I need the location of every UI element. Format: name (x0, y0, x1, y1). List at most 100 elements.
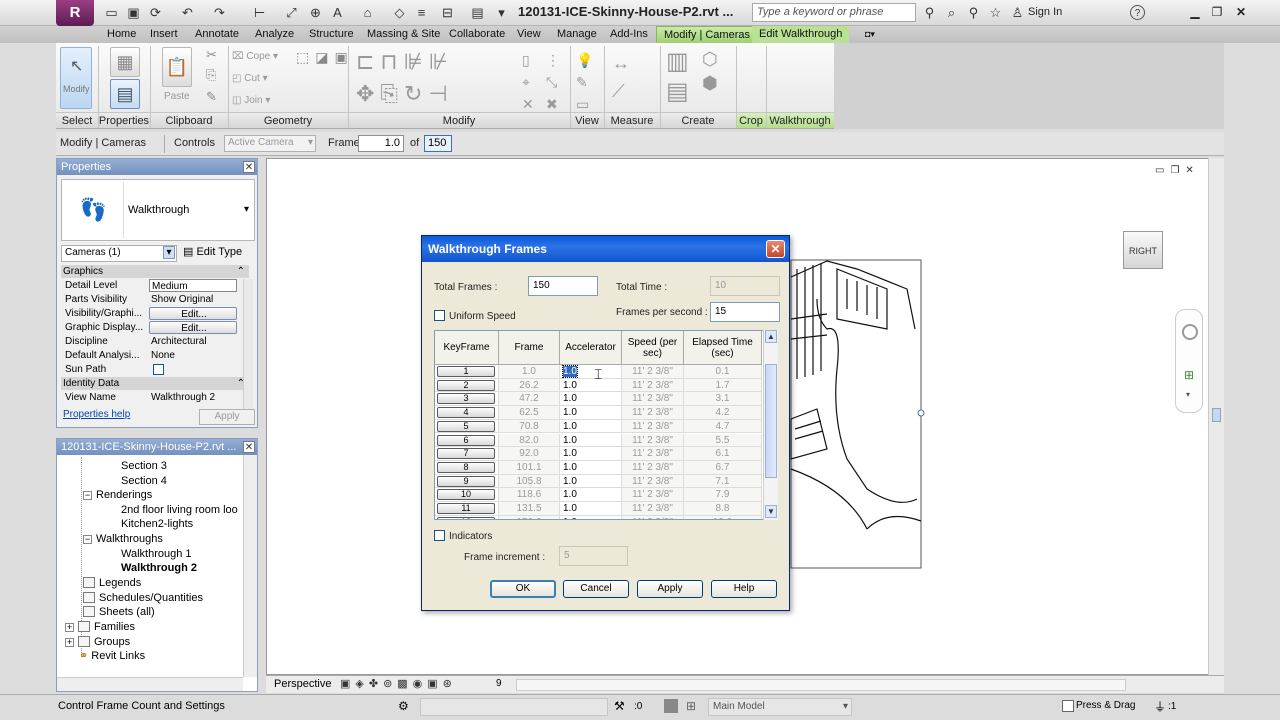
minimize-icon[interactable]: ▁ (1186, 4, 1204, 20)
close-icon[interactable]: ✕ (766, 240, 785, 258)
tab-add-ins[interactable]: Add-Ins (603, 26, 655, 43)
view-window-controls[interactable]: ▭❐✕ (1155, 165, 1200, 176)
drawing-horizontal-scrollbar[interactable] (516, 679, 1126, 691)
keyframe-button[interactable]: 1 (437, 366, 495, 377)
ok-button[interactable]: OK (490, 580, 556, 598)
close-icon[interactable]: ✕ (243, 161, 255, 173)
tree-item[interactable]: 2nd floor living room loo (121, 503, 238, 517)
keyframe-cell[interactable]: 9 (435, 474, 499, 489)
tab-edit-walkthrough[interactable]: Edit Walkthrough (752, 26, 850, 43)
restore-icon[interactable]: ❐ (1208, 4, 1226, 20)
acc-cell[interactable]: 1.0 (560, 419, 622, 434)
communication-icon[interactable]: ⚲ (966, 5, 981, 20)
apply-button[interactable]: Apply (637, 580, 703, 598)
cut-geometry-button[interactable]: ◰ Cut ▾ (232, 71, 268, 87)
keyframe-button[interactable]: 12 (437, 516, 495, 519)
sign-in-link[interactable]: Sign In (1028, 6, 1062, 18)
create-similar-icons[interactable]: ⬡ ⬢ (702, 47, 718, 95)
measure-icons[interactable]: ↔ ⟋ (612, 49, 630, 105)
tab-manage[interactable]: Manage (550, 26, 604, 43)
keyframe-button[interactable]: 9 (437, 475, 495, 487)
keyframe-button[interactable]: 2 (437, 379, 495, 391)
acc-cell[interactable]: 1.0 (560, 433, 622, 448)
keyframe-button[interactable]: 6 (437, 434, 495, 446)
tab-structure[interactable]: Structure (302, 26, 361, 43)
section-graphics[interactable]: Graphics ⌃ (61, 265, 249, 278)
acc-cell[interactable]: 1.0 (560, 515, 622, 519)
exclude-option-icon[interactable]: ⊞ (686, 699, 696, 713)
sync-icon[interactable]: ⟳ (148, 5, 163, 20)
cope-button[interactable]: ⌧ Cope ▾ (232, 49, 278, 65)
cancel-button[interactable]: Cancel (563, 580, 629, 598)
array-scale-unpin-icons[interactable]: ⋮ ⤡ ✖ (546, 49, 560, 115)
collapse-icon[interactable]: − (83, 535, 92, 544)
close-icon[interactable]: ✕ (243, 441, 255, 453)
keyframe-cell[interactable]: 12 (435, 515, 499, 519)
keyframe-cell[interactable]: 5 (435, 419, 499, 434)
tree-item[interactable]: Legends (83, 576, 141, 590)
acc-cell[interactable]: 1.0 (560, 378, 622, 393)
type-selector[interactable]: 👣 Walkthrough ▾ (61, 179, 255, 241)
3d-view-icon[interactable]: ⌂ (360, 5, 375, 20)
help-button[interactable]: Help (711, 580, 777, 598)
acc-cell[interactable]: 1.0 (560, 392, 622, 407)
switch-windows-icon[interactable]: ▤ (470, 5, 485, 20)
ribbon-minimize-icon[interactable]: ◘▾ (858, 26, 882, 43)
controls-select[interactable]: Active Camera ▾ (224, 135, 316, 152)
keyframe-cell[interactable]: 11 (435, 502, 499, 516)
keyframe-button[interactable]: 7 (437, 448, 495, 460)
redo-icon[interactable]: ↷ (212, 5, 227, 20)
keyframe-cell[interactable]: 8 (435, 460, 499, 475)
keyframe-table-scrollbar[interactable]: ▲ ▼ (763, 330, 778, 520)
tree-item[interactable]: ⚭ Revit Links (79, 649, 145, 663)
tree-item[interactable]: + Families (65, 620, 135, 634)
tab-collaborate[interactable]: Collaborate (442, 26, 512, 43)
copy-icon[interactable]: ⎘ (206, 67, 216, 83)
drawing-vertical-scrollbar[interactable] (1208, 158, 1224, 675)
favorites-star-icon[interactable]: ☆ (988, 5, 1003, 20)
cut-scissors-icon[interactable]: ✂ (206, 47, 217, 63)
indicators-checkbox[interactable] (434, 530, 445, 541)
total-frames-button[interactable]: 150 (424, 135, 452, 152)
panel-select[interactable]: Select (56, 112, 98, 128)
walkthrough-view-crop[interactable] (787, 259, 927, 571)
tree-item[interactable]: − Walkthroughs (83, 532, 163, 546)
acc-cell[interactable]: 1.0 (560, 406, 622, 420)
type-properties-icon[interactable]: ▦ (110, 47, 140, 77)
sun-path-checkbox[interactable] (153, 364, 164, 375)
keyframe-cell[interactable]: 2 (435, 378, 499, 393)
keyframe-cell[interactable]: 1 (435, 365, 499, 379)
steering-wheel-icon[interactable] (1182, 324, 1198, 340)
qat-dropdown-icon[interactable]: ▾ (494, 5, 509, 20)
view-control-icons[interactable]: ▣◈✤⊚▩◉▣⊛ (340, 677, 457, 690)
save-icon[interactable]: ▣ (126, 5, 141, 20)
tree-item[interactable]: Section 3 (121, 459, 167, 473)
tab-analyze[interactable]: Analyze (248, 26, 301, 43)
split-pin-delete-icons[interactable]: ▯ ⌖ ✕ (522, 49, 534, 115)
total-frames-input[interactable]: 150 (528, 276, 598, 296)
tree-item[interactable]: Kitchen2-lights (121, 517, 193, 531)
scrollbar-thumb[interactable] (765, 364, 777, 478)
acc-cell[interactable]: 1.0 (560, 365, 622, 379)
browser-horizontal-scrollbar[interactable] (57, 677, 243, 691)
tag-icon[interactable]: ⊕ (308, 5, 323, 20)
tree-item[interactable]: Section 4 (121, 474, 167, 488)
keyframe-cell[interactable]: 3 (435, 392, 499, 407)
keyframe-button[interactable]: 11 (437, 503, 495, 514)
tab-modify-cameras[interactable]: Modify | Cameras (656, 26, 758, 43)
properties-icon[interactable]: ▤ (110, 79, 140, 109)
keyframe-cell[interactable]: 6 (435, 433, 499, 448)
press-drag-checkbox[interactable] (1062, 700, 1074, 712)
worksets-icon[interactable]: ⚙ (398, 699, 409, 713)
scroll-up-icon[interactable]: ▲ (765, 330, 777, 343)
scroll-down-icon[interactable]: ▼ (765, 505, 777, 518)
apply-button[interactable]: Apply (199, 409, 255, 425)
default-analysis-value[interactable]: None (149, 349, 237, 362)
viewcube[interactable]: RIGHT (1123, 231, 1163, 269)
tree-item[interactable]: − Renderings (83, 488, 152, 502)
properties-scrollbar[interactable] (243, 279, 253, 409)
acc-cell[interactable]: 1.0 (560, 488, 622, 502)
workset-select[interactable] (420, 698, 608, 716)
editable-icon[interactable]: ⚒ (614, 699, 625, 713)
measure-icon[interactable]: ⊢ (252, 5, 267, 20)
